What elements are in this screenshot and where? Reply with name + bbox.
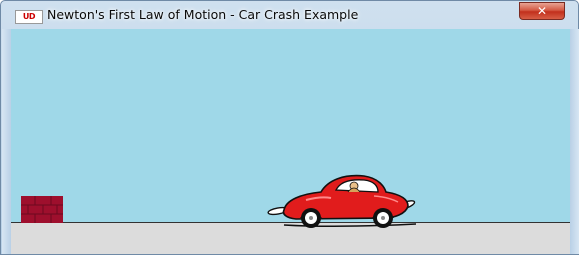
- app-window: UD Newton's First Law of Motion - Car Cr…: [0, 0, 579, 255]
- red-car: [267, 174, 417, 228]
- close-button[interactable]: ✕: [519, 2, 565, 20]
- window-title: Newton's First Law of Motion - Car Crash…: [47, 7, 359, 22]
- brick-wall: [21, 196, 63, 223]
- simulation-canvas[interactable]: [11, 29, 570, 254]
- app-icon-text: UD: [22, 12, 36, 21]
- window-right-border: [570, 29, 579, 254]
- close-icon: ✕: [536, 4, 548, 18]
- app-logo-icon: UD: [15, 10, 43, 24]
- title-bar[interactable]: UD Newton's First Law of Motion - Car Cr…: [1, 1, 578, 29]
- window-left-border: [2, 29, 11, 254]
